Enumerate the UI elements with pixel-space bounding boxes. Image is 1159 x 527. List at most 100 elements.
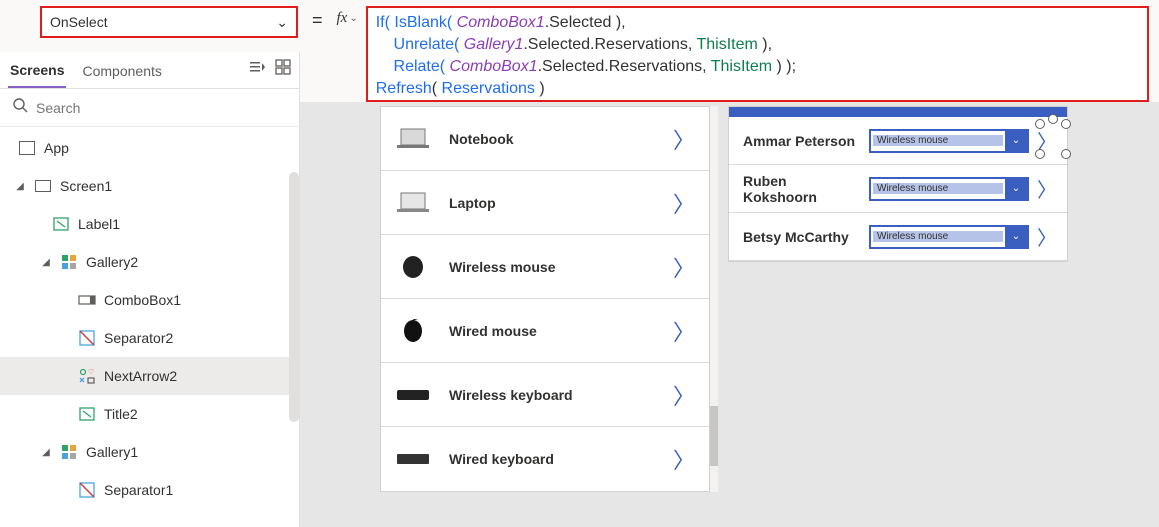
formula-text: ) ); xyxy=(772,58,796,75)
formula-text: ) xyxy=(535,80,545,97)
selection-handle[interactable] xyxy=(1061,149,1071,159)
formula-text: .Selected.Reservations, xyxy=(538,58,711,75)
product-image xyxy=(395,445,431,473)
grid-view-icon[interactable] xyxy=(275,59,291,80)
combo-value: Wireless mouse xyxy=(873,231,1003,242)
tab-screens[interactable]: Screens xyxy=(8,56,66,88)
svg-text:♡: ♡ xyxy=(88,368,94,376)
formula-bar[interactable]: If( IsBlank( ComboBox1 .Selected ), Unrel… xyxy=(366,6,1149,102)
tree-view-panel: Screens Components App ◢ Screen1 Label1 … xyxy=(0,52,300,527)
tree-label: Screen1 xyxy=(60,178,112,194)
product-image xyxy=(395,317,431,345)
formula-text: Reservations xyxy=(442,80,535,97)
scrollbar[interactable] xyxy=(710,106,718,492)
separator-icon xyxy=(78,329,96,347)
next-arrow[interactable]: 〉 xyxy=(1037,174,1057,203)
selection-handle[interactable] xyxy=(1035,149,1045,159)
tab-components[interactable]: Components xyxy=(80,57,163,87)
label-icon xyxy=(52,215,70,233)
tree-item-title2[interactable]: Title2 xyxy=(0,395,299,433)
selection-handle[interactable] xyxy=(1035,119,1045,129)
app-icon xyxy=(19,141,35,155)
chevron-right-icon: 〉 xyxy=(673,315,695,347)
caret-down-icon: ◢ xyxy=(14,181,26,192)
formula-text: .Selected ), xyxy=(545,14,626,31)
formula-text: Unrelate( xyxy=(376,36,464,53)
fx-icon: fx xyxy=(337,10,348,27)
gallery1-item[interactable]: Laptop 〉 xyxy=(381,171,709,235)
tree-item-gallery1[interactable]: ◢ Gallery1 xyxy=(0,433,299,471)
tree: App ◢ Screen1 Label1 ◢ Gallery2 ComboBox… xyxy=(0,127,299,527)
combobox-icon xyxy=(78,291,96,309)
tree-label: Gallery2 xyxy=(86,254,138,270)
selection-handle[interactable] xyxy=(1048,114,1058,124)
tree-item-screen1[interactable]: ◢ Screen1 xyxy=(0,167,299,205)
tree-item-combobox1[interactable]: ComboBox1 xyxy=(0,281,299,319)
product-image xyxy=(395,253,431,281)
formula-text: ), xyxy=(758,36,772,53)
gallery1-item[interactable]: Wired keyboard 〉 xyxy=(381,427,709,491)
chevron-right-icon: 〉 xyxy=(673,187,695,219)
tree-item-app[interactable]: App xyxy=(0,129,299,167)
next-arrow[interactable]: 〉 xyxy=(1037,222,1057,251)
canvas: Notebook 〉 Laptop 〉 Wireless mouse 〉 Wir… xyxy=(300,102,1159,527)
combobox[interactable]: Wireless mouse ⌄ xyxy=(869,177,1029,201)
screen-icon xyxy=(35,180,51,192)
formula-text: If( IsBlank( xyxy=(376,14,457,31)
tree-label: NextArrow2 xyxy=(104,368,177,384)
scrollbar[interactable] xyxy=(289,172,299,422)
tree-item-nextarrow2[interactable]: ♡ NextArrow2 xyxy=(0,357,299,395)
property-dropdown[interactable]: OnSelect ⌄ xyxy=(40,6,298,38)
gallery1-item[interactable]: Wireless keyboard 〉 xyxy=(381,363,709,427)
chevron-down-icon: ⌄ xyxy=(349,13,357,24)
combo-value: Wireless mouse xyxy=(873,135,1003,146)
product-name: Wired mouse xyxy=(449,323,655,339)
product-name: Wireless keyboard xyxy=(449,387,655,403)
chevron-right-icon: 〉 xyxy=(673,123,695,155)
product-image xyxy=(395,189,431,217)
search-icon xyxy=(12,97,28,118)
product-image xyxy=(395,381,431,409)
product-name: Notebook xyxy=(449,131,655,147)
product-name: Wired keyboard xyxy=(449,451,655,467)
property-value: OnSelect xyxy=(50,14,108,30)
search-row xyxy=(0,89,299,127)
chevron-down-icon: ⌄ xyxy=(1005,227,1027,247)
product-name: Laptop xyxy=(449,195,655,211)
tree-tabs: Screens Components xyxy=(0,52,299,89)
gallery-icon xyxy=(60,443,78,461)
gallery2-item[interactable]: Betsy McCarthy Wireless mouse ⌄ 〉 xyxy=(729,213,1067,261)
tree-item-separator1[interactable]: Separator1 xyxy=(0,471,299,509)
chevron-down-icon: ⌄ xyxy=(1005,179,1027,199)
combobox[interactable]: Wireless mouse ⌄ xyxy=(869,225,1029,249)
tree-label: Separator2 xyxy=(104,330,173,346)
selection-handle[interactable] xyxy=(1061,119,1071,129)
tree-item-label1[interactable]: Label1 xyxy=(0,205,299,243)
formula-text: ( xyxy=(432,80,442,97)
formula-text: ThisItem xyxy=(711,58,772,75)
tree-collapse-icon[interactable] xyxy=(249,59,265,80)
fx-button[interactable]: fx ⌄ xyxy=(337,6,358,27)
formula-text: Refresh xyxy=(376,80,432,97)
combobox[interactable]: Wireless mouse ⌄ xyxy=(869,129,1029,153)
caret-down-icon: ◢ xyxy=(40,447,52,458)
chevron-right-icon: 〉 xyxy=(673,251,695,283)
tree-item-gallery2[interactable]: ◢ Gallery2 xyxy=(0,243,299,281)
formula-text: .Selected.Reservations, xyxy=(523,36,696,53)
person-name: Ammar Peterson xyxy=(743,133,861,149)
search-input[interactable] xyxy=(36,100,287,116)
product-image xyxy=(395,125,431,153)
tree-label: Title2 xyxy=(104,406,138,422)
gallery2-item[interactable]: Ammar Peterson Wireless mouse ⌄ 〉 xyxy=(729,117,1067,165)
person-name: Ruben Kokshoorn xyxy=(743,173,861,205)
person-name: Betsy McCarthy xyxy=(743,229,861,245)
gallery2-header xyxy=(729,107,1067,117)
chevron-right-icon: 〉 xyxy=(673,443,695,475)
gallery1-item[interactable]: Notebook 〉 xyxy=(381,107,709,171)
gallery1-item[interactable]: Wired mouse 〉 xyxy=(381,299,709,363)
chevron-down-icon: ⌄ xyxy=(1005,131,1027,151)
gallery2-item[interactable]: Ruben Kokshoorn Wireless mouse ⌄ 〉 xyxy=(729,165,1067,213)
formula-text: ComboBox1 xyxy=(450,58,538,75)
gallery1-item[interactable]: Wireless mouse 〉 xyxy=(381,235,709,299)
tree-item-separator2[interactable]: Separator2 xyxy=(0,319,299,357)
